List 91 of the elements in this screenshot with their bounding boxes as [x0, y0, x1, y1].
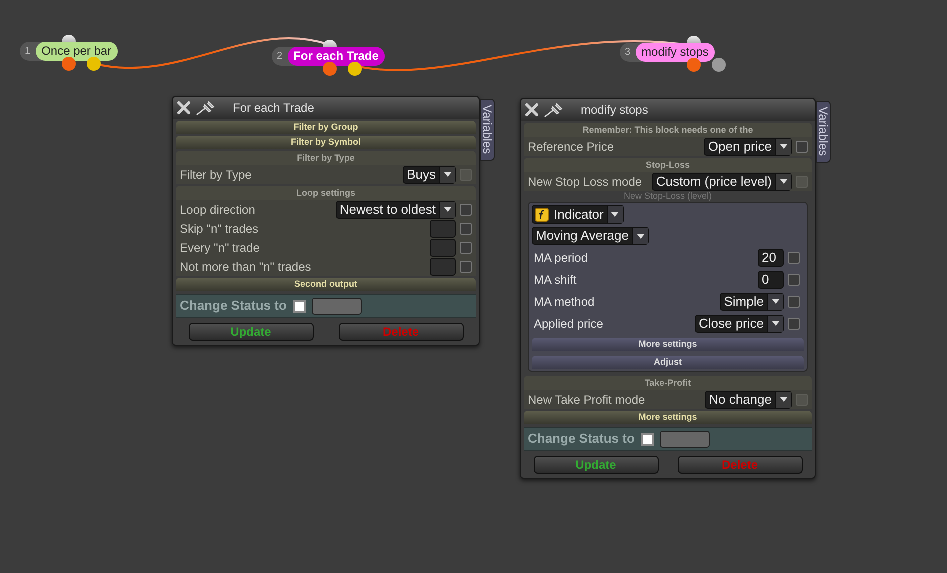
caption: New Stop-Loss (level): [622, 191, 714, 202]
node-label: For each Trade: [288, 46, 385, 66]
section-bar[interactable]: More settings: [524, 411, 812, 424]
group-header: Filter by Type: [176, 151, 476, 165]
caret-icon: [611, 212, 620, 217]
section-bar[interactable]: Filter by Symbol: [176, 136, 476, 149]
caret-icon: [780, 179, 788, 184]
output-connector-icon[interactable]: [687, 58, 701, 72]
output-connector-icon[interactable]: [712, 58, 726, 72]
node-label: Once per bar: [36, 42, 118, 60]
dropdown[interactable]: Newest to oldest: [336, 200, 456, 218]
status-checkbox[interactable]: [292, 300, 306, 312]
dropdown[interactable]: Buys: [403, 166, 456, 184]
color-field[interactable]: [660, 430, 710, 448]
field-label: Applied price: [534, 316, 604, 332]
checkbox[interactable]: [796, 140, 808, 152]
dropdown[interactable]: Custom (price level): [652, 172, 792, 190]
output-connector-icon[interactable]: [87, 57, 101, 71]
close-icon[interactable]: [525, 103, 539, 117]
output-connector-icon[interactable]: [323, 62, 337, 76]
indicator-dropdown[interactable]: Indicator: [532, 205, 624, 224]
field-label: Not more than "n" trades: [179, 258, 312, 276]
caret-icon: [772, 321, 780, 326]
input-connector-icon[interactable]: [62, 35, 76, 42]
dropdown[interactable]: Simple: [720, 292, 784, 310]
number-field[interactable]: 0: [758, 270, 784, 288]
checkbox[interactable]: [460, 242, 472, 254]
number-field[interactable]: [430, 238, 456, 256]
group-header: Loop settings: [176, 186, 476, 200]
status-checkbox[interactable]: [640, 432, 654, 446]
caret-icon: [772, 299, 780, 304]
function-icon: [535, 208, 549, 222]
node-label: modify stops: [636, 42, 715, 62]
field-label: MA period: [534, 250, 588, 266]
input-connector-icon[interactable]: [687, 36, 701, 43]
output-connector-icon[interactable]: [348, 62, 362, 76]
dropdown[interactable]: Close price: [694, 314, 784, 332]
color-field[interactable]: [312, 298, 362, 314]
flow-node[interactable]: 3 modify stops: [620, 42, 715, 62]
field-label: Every "n" trade: [179, 240, 260, 256]
panel-title: modify stops: [581, 102, 648, 119]
section-bar[interactable]: More settings: [532, 338, 804, 351]
node-number: 3: [624, 46, 632, 60]
close-icon[interactable]: [177, 101, 191, 115]
field-label: New Take Profit mode: [527, 392, 646, 408]
checkbox[interactable]: [788, 318, 800, 330]
node-number: 1: [24, 44, 32, 58]
flow-node[interactable]: 1 Once per bar: [20, 42, 118, 60]
field-label: Loop direction: [179, 202, 256, 218]
input-connector-icon[interactable]: [323, 40, 337, 47]
status-label: Change Status to: [528, 430, 635, 448]
checkbox[interactable]: [460, 222, 472, 234]
field-label: Filter by Type: [179, 166, 252, 184]
dropdown[interactable]: Open price: [704, 138, 792, 156]
field-label: Skip "n" trades: [179, 220, 259, 238]
checkbox[interactable]: [460, 204, 472, 216]
action-button[interactable]: Update: [534, 456, 658, 474]
variables-tab[interactable]: Variables: [816, 101, 831, 163]
field-label: MA method: [534, 294, 595, 310]
caret-icon: [444, 207, 452, 212]
checkbox[interactable]: [788, 252, 800, 264]
pin-icon[interactable]: [544, 102, 564, 118]
caret-icon: [780, 144, 788, 149]
section-bar[interactable]: Adjust: [532, 356, 804, 369]
dropdown[interactable]: Moving Average: [532, 227, 649, 245]
number-field[interactable]: 20: [758, 248, 784, 266]
caret-icon: [444, 172, 452, 177]
status-label: Change Status to: [180, 297, 287, 316]
caret-icon: [780, 397, 788, 402]
flow-node[interactable]: 2 For each Trade: [272, 46, 385, 66]
panel-title: For each Trade: [233, 100, 314, 117]
group-header: Stop-Loss: [524, 158, 812, 172]
group-header: Take-Profit: [524, 376, 812, 390]
number-field[interactable]: [430, 220, 456, 238]
number-field[interactable]: [430, 258, 456, 276]
section-bar[interactable]: Filter by Group: [176, 121, 476, 134]
group-header: Remember: This block needs one of the: [524, 123, 812, 137]
output-connector-icon[interactable]: [62, 57, 76, 71]
checkbox[interactable]: [788, 296, 800, 308]
checkbox[interactable]: [460, 260, 472, 272]
node-number: 2: [276, 50, 284, 64]
action-button[interactable]: Update: [188, 323, 314, 341]
field-label: Reference Price: [527, 138, 614, 156]
section-bar[interactable]: Second output: [176, 278, 476, 291]
variables-tab[interactable]: Variables: [480, 99, 495, 161]
field-label: MA shift: [534, 272, 577, 288]
dropdown[interactable]: No change: [705, 390, 792, 408]
caret-icon: [636, 234, 644, 238]
checkbox[interactable]: [788, 274, 800, 286]
field-label: New Stop Loss mode: [527, 174, 642, 190]
pin-icon[interactable]: [196, 100, 216, 116]
